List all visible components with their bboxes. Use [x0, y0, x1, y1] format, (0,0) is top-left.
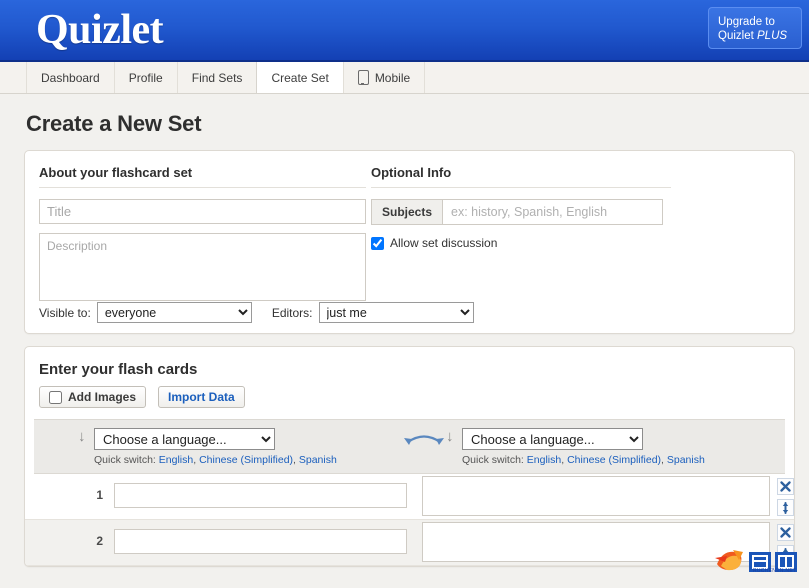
card-term-input[interactable] [114, 529, 407, 554]
term-quick-switch-label: Quick switch: [94, 454, 156, 466]
import-data-label: Import Data [168, 390, 235, 404]
down-arrow-icon-right: ↓ [446, 428, 454, 445]
flash-cards-panel: Enter your flash cards Add Images Import… [24, 346, 795, 567]
definition-quick-switch-label: Quick switch: [462, 454, 524, 466]
subjects-field-group: Subjects [371, 199, 663, 225]
flash-cards-toolbar: Add Images Import Data [25, 386, 794, 419]
main-navigation: Dashboard Profile Find Sets Create Set M… [0, 62, 809, 94]
card-term-input[interactable] [114, 483, 407, 508]
term-quick-switch-spanish[interactable]: Spanish [299, 454, 337, 466]
card-row-number: 1 [96, 488, 103, 502]
page-title: Create a New Set [26, 111, 202, 136]
phone-icon [357, 70, 369, 85]
term-quick-switch-chinese[interactable]: Chinese (Simplified) [199, 454, 293, 466]
subjects-label: Subjects [372, 200, 444, 224]
table-row: 1 [25, 474, 794, 520]
close-icon [780, 527, 791, 538]
delete-card-button[interactable] [777, 478, 794, 495]
add-images-label: Add Images [68, 390, 137, 404]
visible-to-select[interactable]: everyone [96, 302, 252, 323]
definition-language-group: ↓ Choose a language... Quick switch: Eng… [446, 428, 705, 466]
nav-tab-mobile[interactable]: Mobile [342, 62, 426, 93]
card-row-number: 2 [96, 534, 103, 548]
set-title-input[interactable] [39, 199, 366, 224]
add-images-checkbox[interactable] [49, 390, 62, 404]
definition-quick-switch-english[interactable]: English [527, 454, 561, 466]
term-quick-switch: Quick switch: English, Chinese (Simplifi… [94, 454, 337, 466]
visible-to-label: Visible to: [39, 305, 91, 320]
term-language-group: ↓ Choose a language... Quick switch: Eng… [78, 428, 337, 466]
nav-tab-find-sets-label: Find Sets [191, 70, 243, 85]
close-icon [780, 481, 791, 492]
nav-tab-find-sets[interactable]: Find Sets [176, 62, 258, 93]
subjects-input[interactable] [443, 200, 662, 224]
language-selection-bar: ↓ Choose a language... Quick switch: Eng… [34, 419, 785, 474]
nav-tab-dashboard[interactable]: Dashboard [26, 62, 115, 93]
about-set-panel: About your flashcard set Optional Info S… [24, 150, 795, 334]
down-arrow-icon-left: ↓ [78, 428, 86, 445]
nav-tab-mobile-label: Mobile [374, 70, 411, 85]
flash-cards-heading: Enter your flash cards [39, 361, 198, 378]
editors-select[interactable]: just me [318, 302, 474, 323]
about-heading: About your flashcard set [39, 165, 366, 188]
nav-tab-profile-label: Profile [128, 70, 163, 85]
add-images-button[interactable]: Add Images [39, 386, 147, 408]
table-row: 2 [25, 520, 794, 566]
visibility-controls: Visible to: everyone Editors: just me [39, 302, 474, 323]
set-description-input[interactable] [39, 233, 366, 301]
allow-set-discussion-label: Allow set discussion [390, 236, 498, 250]
card-definition-input[interactable] [422, 476, 770, 516]
card-row-actions [777, 524, 794, 566]
quizlet-logo[interactable]: Quizlet [36, 2, 164, 58]
move-vertical-icon [782, 501, 789, 514]
upgrade-plus-label: PLUS [757, 30, 788, 42]
nav-tab-dashboard-label: Dashboard [41, 70, 100, 85]
allow-set-discussion-checkbox[interactable] [371, 236, 384, 250]
optional-info-heading: Optional Info [371, 165, 671, 188]
definition-quick-switch-spanish[interactable]: Spanish [667, 454, 705, 466]
swap-languages-icon[interactable] [402, 430, 446, 448]
definition-quick-switch: Quick switch: English, Chinese (Simplifi… [462, 454, 705, 466]
upgrade-line-1: Upgrade to [718, 16, 775, 28]
optional-info-column: Optional Info Subjects Allow set discuss… [371, 165, 671, 250]
about-column: About your flashcard set [39, 165, 366, 304]
definition-language-select[interactable]: Choose a language... [462, 428, 643, 450]
delete-card-button[interactable] [777, 524, 794, 541]
definition-quick-switch-chinese[interactable]: Chinese (Simplified) [567, 454, 661, 466]
allow-set-discussion-row[interactable]: Allow set discussion [371, 236, 671, 250]
term-language-select[interactable]: Choose a language... [94, 428, 275, 450]
reorder-card-button[interactable] [777, 499, 794, 516]
editors-label: Editors: [271, 305, 313, 320]
watermark-subtext: RUCHENEN.NET [753, 568, 797, 574]
nav-tab-profile[interactable]: Profile [113, 62, 178, 93]
site-header: Quizlet Upgrade to Quizlet PLUS [0, 0, 809, 62]
upgrade-to-quizlet-plus-button[interactable]: Upgrade to Quizlet PLUS [708, 7, 802, 49]
move-vertical-icon [782, 547, 789, 560]
reorder-card-button[interactable] [777, 545, 794, 562]
upgrade-line-2-prefix: Quizlet [718, 30, 757, 42]
term-quick-switch-english[interactable]: English [159, 454, 193, 466]
import-data-button[interactable]: Import Data [158, 386, 245, 408]
card-definition-input[interactable] [422, 522, 770, 562]
card-row-actions [777, 478, 794, 520]
nav-tab-create-set[interactable]: Create Set [256, 62, 344, 93]
nav-tab-create-set-label: Create Set [271, 70, 329, 85]
